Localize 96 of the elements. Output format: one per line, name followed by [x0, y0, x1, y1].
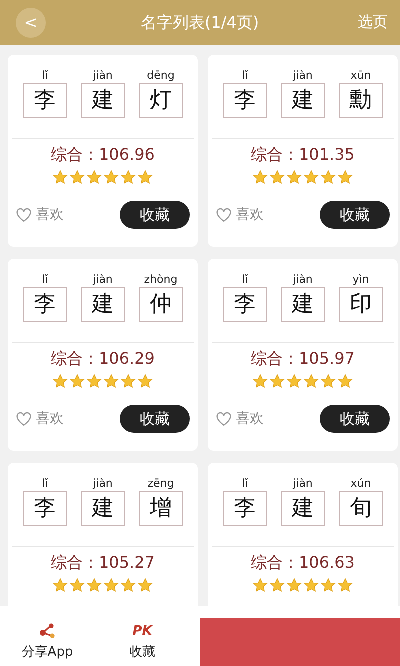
score-text: 综合：106.63	[250, 552, 356, 574]
star-icon	[53, 578, 68, 593]
score-text: 综合：105.27	[50, 552, 156, 574]
name-character: 建	[281, 83, 325, 118]
star-icon	[321, 170, 336, 185]
star-icon	[287, 170, 302, 185]
pinyin: jiàn	[92, 69, 114, 83]
name-character: 灯	[139, 83, 183, 118]
collect-button[interactable]: 收藏	[320, 201, 390, 229]
star-icon	[70, 374, 85, 389]
pinyin: jiàn	[92, 477, 114, 491]
star-icon	[138, 578, 153, 593]
pinyin: lǐ	[240, 69, 250, 83]
score-text: 综合：105.97	[250, 348, 356, 370]
collect-button[interactable]: 收藏	[120, 405, 190, 433]
star-icon	[270, 170, 285, 185]
like-button[interactable]: 喜欢	[16, 408, 64, 430]
name-character: 建	[281, 287, 325, 322]
name-character: 建	[281, 491, 325, 526]
page-title: 名字列表(1/4页)	[140, 12, 260, 34]
pinyin: lǐ	[40, 273, 50, 287]
pinyin: zēng	[146, 477, 176, 491]
score-text: 综合：106.29	[50, 348, 156, 370]
star-icon	[70, 170, 85, 185]
pinyin: zhòng	[143, 273, 179, 287]
like-button[interactable]: 喜欢	[216, 408, 264, 430]
collect-tab[interactable]: PK 收藏	[95, 606, 190, 666]
name-character: 李	[23, 83, 67, 118]
star-icon	[338, 578, 353, 593]
share-tab[interactable]: 分享App	[0, 606, 95, 666]
heart-icon	[16, 412, 32, 426]
star-icon	[121, 170, 136, 185]
pinyin: lǐ	[40, 477, 50, 491]
name-character: 建	[81, 83, 125, 118]
pinyin: jiàn	[92, 273, 114, 287]
star-icon	[104, 170, 119, 185]
like-button[interactable]: 喜欢	[216, 204, 264, 226]
name-character: 李	[223, 287, 267, 322]
star-icon	[304, 374, 319, 389]
name-character: 李	[23, 287, 67, 322]
name-character: 勳	[339, 83, 383, 118]
name-character: 增	[139, 491, 183, 526]
star-icon	[304, 578, 319, 593]
collect-button[interactable]: 收藏	[120, 201, 190, 229]
heart-icon	[16, 208, 32, 222]
pinyin: yìn	[352, 273, 370, 287]
name-character: 建	[81, 287, 125, 322]
name-character: 建	[81, 491, 125, 526]
star-icon	[287, 578, 302, 593]
action-panel[interactable]	[200, 618, 400, 666]
star-icon	[121, 374, 136, 389]
pinyin: xūn	[350, 69, 372, 83]
star-icon	[253, 170, 268, 185]
star-icon	[304, 170, 319, 185]
score-text: 综合：106.96	[50, 144, 156, 166]
star-icon	[253, 374, 268, 389]
star-icon	[138, 374, 153, 389]
star-icon	[253, 578, 268, 593]
pinyin: jiàn	[292, 477, 314, 491]
pinyin: lǐ	[40, 69, 50, 83]
pinyin: jiàn	[292, 273, 314, 287]
pinyin: lǐ	[240, 477, 250, 491]
pinyin: xún	[350, 477, 372, 491]
star-icon	[53, 170, 68, 185]
collect-button[interactable]: 收藏	[320, 405, 390, 433]
star-icon	[104, 374, 119, 389]
like-button[interactable]: 喜欢	[16, 204, 64, 226]
pinyin: dēng	[146, 69, 176, 83]
name-character: 印	[339, 287, 383, 322]
name-character: 仲	[139, 287, 183, 322]
star-icon	[104, 578, 119, 593]
star-icon	[321, 374, 336, 389]
name-character: 李	[223, 83, 267, 118]
heart-icon	[216, 208, 232, 222]
pinyin: jiàn	[292, 69, 314, 83]
star-icon	[321, 578, 336, 593]
star-icon	[87, 374, 102, 389]
star-icon	[87, 170, 102, 185]
share-icon	[38, 622, 56, 638]
star-icon	[87, 578, 102, 593]
name-character: 旬	[339, 491, 383, 526]
star-icon	[138, 170, 153, 185]
star-icon	[287, 374, 302, 389]
star-icon	[338, 374, 353, 389]
pk-logo: PK	[132, 624, 152, 638]
star-icon	[338, 170, 353, 185]
score-text: 综合：101.35	[250, 144, 356, 166]
star-icon	[270, 578, 285, 593]
star-icon	[121, 578, 136, 593]
name-character: 李	[223, 491, 267, 526]
heart-icon	[216, 412, 232, 426]
star-icon	[53, 374, 68, 389]
star-icon	[270, 374, 285, 389]
pinyin: lǐ	[240, 273, 250, 287]
name-character: 李	[23, 491, 67, 526]
star-icon	[70, 578, 85, 593]
